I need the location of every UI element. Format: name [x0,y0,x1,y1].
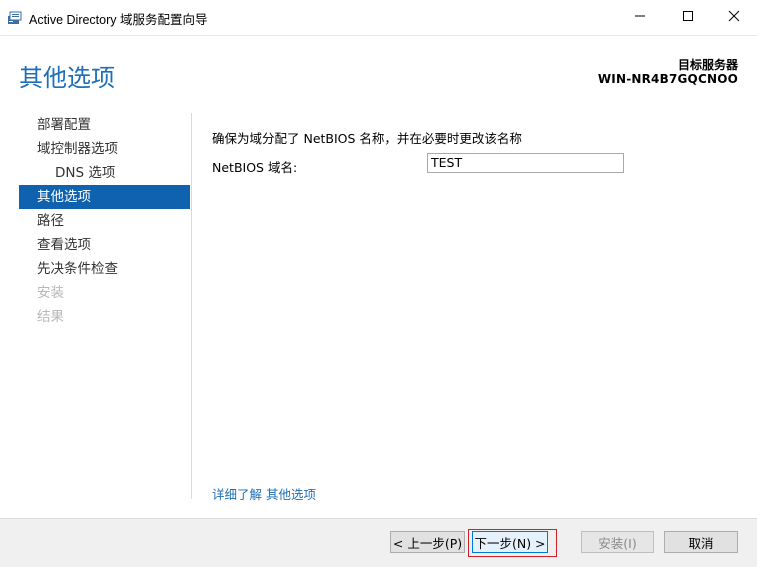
nav-item-dns-options[interactable]: DNS 选项 [19,161,190,185]
nav-item-prereq-check[interactable]: 先决条件检查 [19,257,190,281]
target-server-name: WIN-NR4B7GQCNOO [597,72,738,86]
minimize-icon [634,10,646,26]
description-text: 确保为域分配了 NetBIOS 名称，并在必要时更改该名称 [212,131,522,146]
close-icon [728,10,740,26]
close-button[interactable] [711,0,757,35]
target-server-label: 目标服务器 [677,58,738,72]
nav-item-paths[interactable]: 路径 [19,209,190,233]
netbios-domain-field[interactable]: TEST [427,153,624,173]
cancel-button[interactable]: 取消 [664,531,738,553]
minimize-button[interactable] [617,0,663,35]
previous-button[interactable]: < 上一步(P) [390,531,465,553]
netbios-label: NetBIOS 域名: [212,160,298,175]
next-button[interactable]: 下一步(N) > [472,531,548,553]
install-button: 安装(I) [581,531,654,553]
maximize-icon [682,10,694,26]
nav-item-installation: 安装 [37,285,64,301]
nav-divider [191,113,192,499]
nav-item-results: 结果 [37,309,64,325]
page-title: 其他选项 [19,64,115,92]
window-title: Active Directory 域服务配置向导 [29,13,208,27]
wizard-nav: 部署配置 域控制器选项 DNS 选项 其他选项 路径 查看选项 先决条件检查 安… [19,113,190,329]
button-bar: < 上一步(P) 下一步(N) > 安装(I) 取消 [0,518,757,567]
learn-more-link[interactable]: 详细了解 其他选项 [212,484,316,503]
nav-item-dc-options[interactable]: 域控制器选项 [19,137,190,161]
nav-item-additional-options[interactable]: 其他选项 [19,185,190,209]
nav-item-review-options[interactable]: 查看选项 [19,233,190,257]
maximize-button[interactable] [665,0,711,35]
nav-item-deployment-config[interactable]: 部署配置 [19,113,190,137]
title-bar: Active Directory 域服务配置向导 [0,0,757,36]
ad-ds-icon [7,10,23,26]
